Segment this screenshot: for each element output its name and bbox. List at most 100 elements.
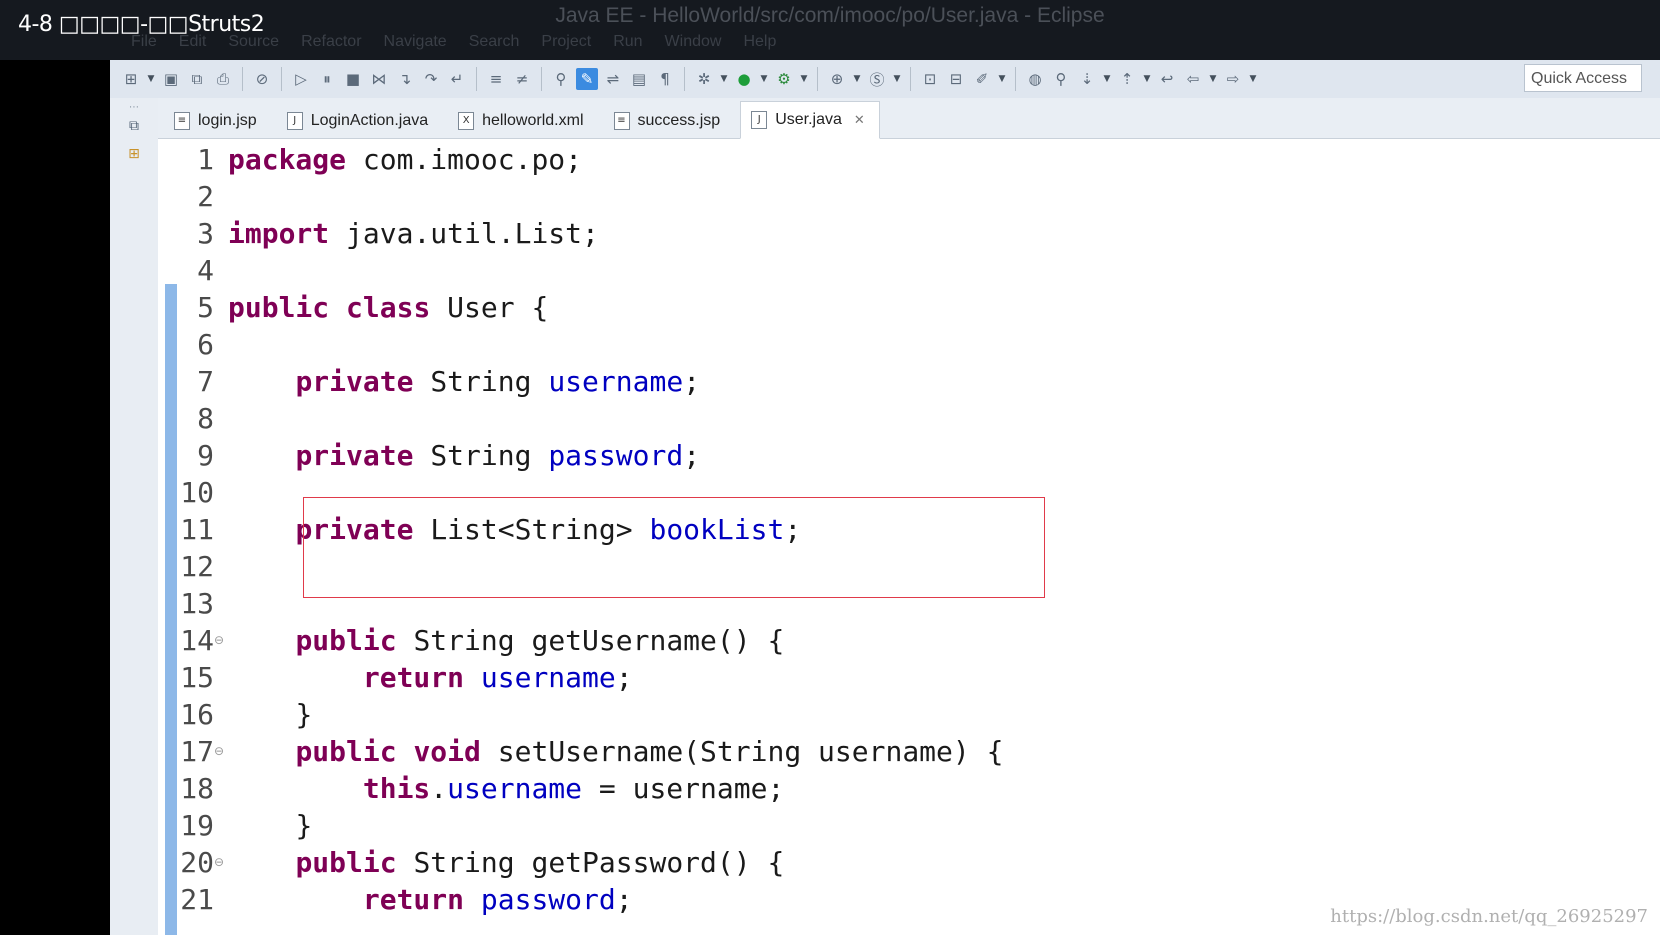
code-token: ;: [615, 661, 633, 694]
line-number: 18: [180, 772, 214, 805]
external-tools-icon[interactable]: ⚙: [773, 68, 795, 90]
save-all-icon[interactable]: ⧉: [186, 68, 208, 90]
prev-annotation-icon[interactable]: ⇡: [1116, 68, 1138, 90]
highlight-icon[interactable]: ✎: [576, 68, 598, 90]
code-token: }: [295, 698, 313, 731]
code-token: com.imooc.po;: [362, 143, 583, 176]
line-number: 9: [197, 439, 214, 472]
quick-access-input[interactable]: Quick Access: [1524, 64, 1642, 92]
toolbar-separator: [281, 67, 282, 91]
tab-success-jsp[interactable]: ≡ success.jsp: [604, 104, 735, 138]
chevron-down-icon[interactable]: ▼: [1208, 68, 1218, 90]
menu-navigate[interactable]: Navigate: [373, 33, 458, 51]
tab-login-jsp[interactable]: ≡ login.jsp: [164, 104, 271, 138]
code-text: return password;: [224, 881, 633, 918]
block-select-icon[interactable]: ▤: [628, 68, 650, 90]
step-into-icon[interactable]: ↴: [394, 68, 416, 90]
code-line: 6: [158, 326, 1003, 363]
code-line: 12: [158, 548, 1003, 585]
debug-icon[interactable]: ✲: [693, 68, 715, 90]
chevron-down-icon[interactable]: ▼: [719, 68, 729, 90]
skip-breakpoints-icon[interactable]: ⊘: [251, 68, 273, 90]
chevron-down-icon[interactable]: ▼: [799, 68, 809, 90]
keyword-token: private: [295, 513, 414, 546]
new-icon[interactable]: ⊞: [120, 68, 142, 90]
new-server-icon[interactable]: ⊕: [826, 68, 848, 90]
whitespace-icon[interactable]: ¶: [654, 68, 676, 90]
restore-icon[interactable]: ⧉: [124, 118, 144, 138]
back-icon[interactable]: ⇦: [1182, 68, 1204, 90]
print-icon[interactable]: ⎙: [212, 68, 234, 90]
source-icon[interactable]: ≠: [511, 68, 533, 90]
code-line: 15 return username;: [158, 659, 1003, 696]
code-line: 18 this.username = username;: [158, 770, 1003, 807]
toolbar-separator: [817, 67, 818, 91]
fold-toggle-icon[interactable]: ⊖: [214, 844, 224, 881]
search-icon[interactable]: ⚲: [1050, 68, 1072, 90]
save-icon[interactable]: ▣: [160, 68, 182, 90]
chevron-down-icon[interactable]: ▼: [1102, 68, 1112, 90]
step-over-icon[interactable]: ↷: [420, 68, 442, 90]
code-text: public void setUsername(String username)…: [224, 733, 1003, 770]
chevron-down-icon[interactable]: ▼: [759, 68, 769, 90]
chevron-down-icon[interactable]: ▼: [1248, 68, 1258, 90]
code-token: .: [430, 772, 448, 805]
forward-icon[interactable]: ⇨: [1222, 68, 1244, 90]
fold-toggle-icon[interactable]: ⊖: [214, 733, 224, 770]
code-line: 9 private String password;: [158, 437, 1003, 474]
line-number: 3: [197, 217, 214, 250]
step-return-icon[interactable]: ↵: [446, 68, 468, 90]
keyword-token: public: [295, 846, 397, 879]
menu-run[interactable]: Run: [602, 33, 653, 51]
chevron-down-icon[interactable]: ▼: [892, 68, 902, 90]
run-icon[interactable]: ●: [733, 68, 755, 90]
keyword-token: return: [362, 661, 465, 694]
code-token: ;: [683, 365, 701, 398]
code-line: 20⊖ public String getPassword() {: [158, 844, 1003, 881]
format-icon[interactable]: ≡: [485, 68, 507, 90]
code-token: setUsername(String username) {: [497, 735, 1004, 768]
menu-project[interactable]: Project: [530, 33, 602, 51]
next-annotation-icon[interactable]: ⇣: [1076, 68, 1098, 90]
fold-toggle-icon[interactable]: ⊖: [214, 622, 224, 659]
tab-user-java[interactable]: J User.java ✕: [740, 101, 880, 139]
code-editor[interactable]: 1 package com.imooc.po; 2 3 import java.util…: [158, 139, 1660, 935]
field-token: password: [548, 439, 684, 472]
terminate-icon[interactable]: ■: [342, 68, 364, 90]
package-explorer-icon[interactable]: ⊞: [124, 146, 144, 166]
menu-window[interactable]: Window: [654, 33, 733, 51]
tab-loginaction-java[interactable]: J LoginAction.java: [277, 104, 442, 138]
toolbar-icons: ⊞ ▼ ▣ ⧉ ⎙ ⊘ ▷ ⏸ ■ ⋈ ↴ ↷ ↵ ≡ ≠ ⚲ ✎ ⇌ ▤ ¶ ✲…: [110, 67, 1258, 91]
open-type-icon[interactable]: ⊡: [919, 68, 941, 90]
server-icon[interactable]: ⚲: [550, 68, 572, 90]
code-line: 7 private String username;: [158, 363, 1003, 400]
menu-help[interactable]: Help: [732, 33, 787, 51]
minimized-views-panel: ⋯ ⧉ ⊞: [110, 98, 159, 935]
globe-icon[interactable]: ◍: [1024, 68, 1046, 90]
chevron-down-icon[interactable]: ▼: [146, 68, 156, 90]
menu-search[interactable]: Search: [458, 33, 531, 51]
code-token: String getUsername() {: [413, 624, 785, 657]
code-text: public String getPassword() {: [224, 844, 784, 881]
line-number: 5: [197, 291, 214, 324]
code-token: }: [295, 809, 313, 842]
chevron-down-icon[interactable]: ▼: [997, 68, 1007, 90]
suspend-icon[interactable]: ⏸: [316, 68, 338, 90]
line-number: 1: [197, 143, 214, 176]
new-class-icon[interactable]: Ⓢ: [866, 68, 888, 90]
menu-refactor[interactable]: Refactor: [290, 33, 372, 51]
tab-helloworld-xml[interactable]: Xhelloworld.xml: [448, 104, 597, 138]
pen-icon[interactable]: ✐: [971, 68, 993, 90]
open-folder-icon[interactable]: ⊟: [945, 68, 967, 90]
toolbar-separator: [242, 67, 243, 91]
resume-icon[interactable]: ▷: [290, 68, 312, 90]
code-text: }: [224, 807, 312, 844]
chevron-down-icon[interactable]: ▼: [852, 68, 862, 90]
code-line: 10: [158, 474, 1003, 511]
line-number: 2: [197, 180, 214, 213]
link-icon[interactable]: ⇌: [602, 68, 624, 90]
last-edit-icon[interactable]: ↩: [1156, 68, 1178, 90]
close-icon[interactable]: ✕: [854, 113, 865, 128]
disconnect-icon[interactable]: ⋈: [368, 68, 390, 90]
chevron-down-icon[interactable]: ▼: [1142, 68, 1152, 90]
